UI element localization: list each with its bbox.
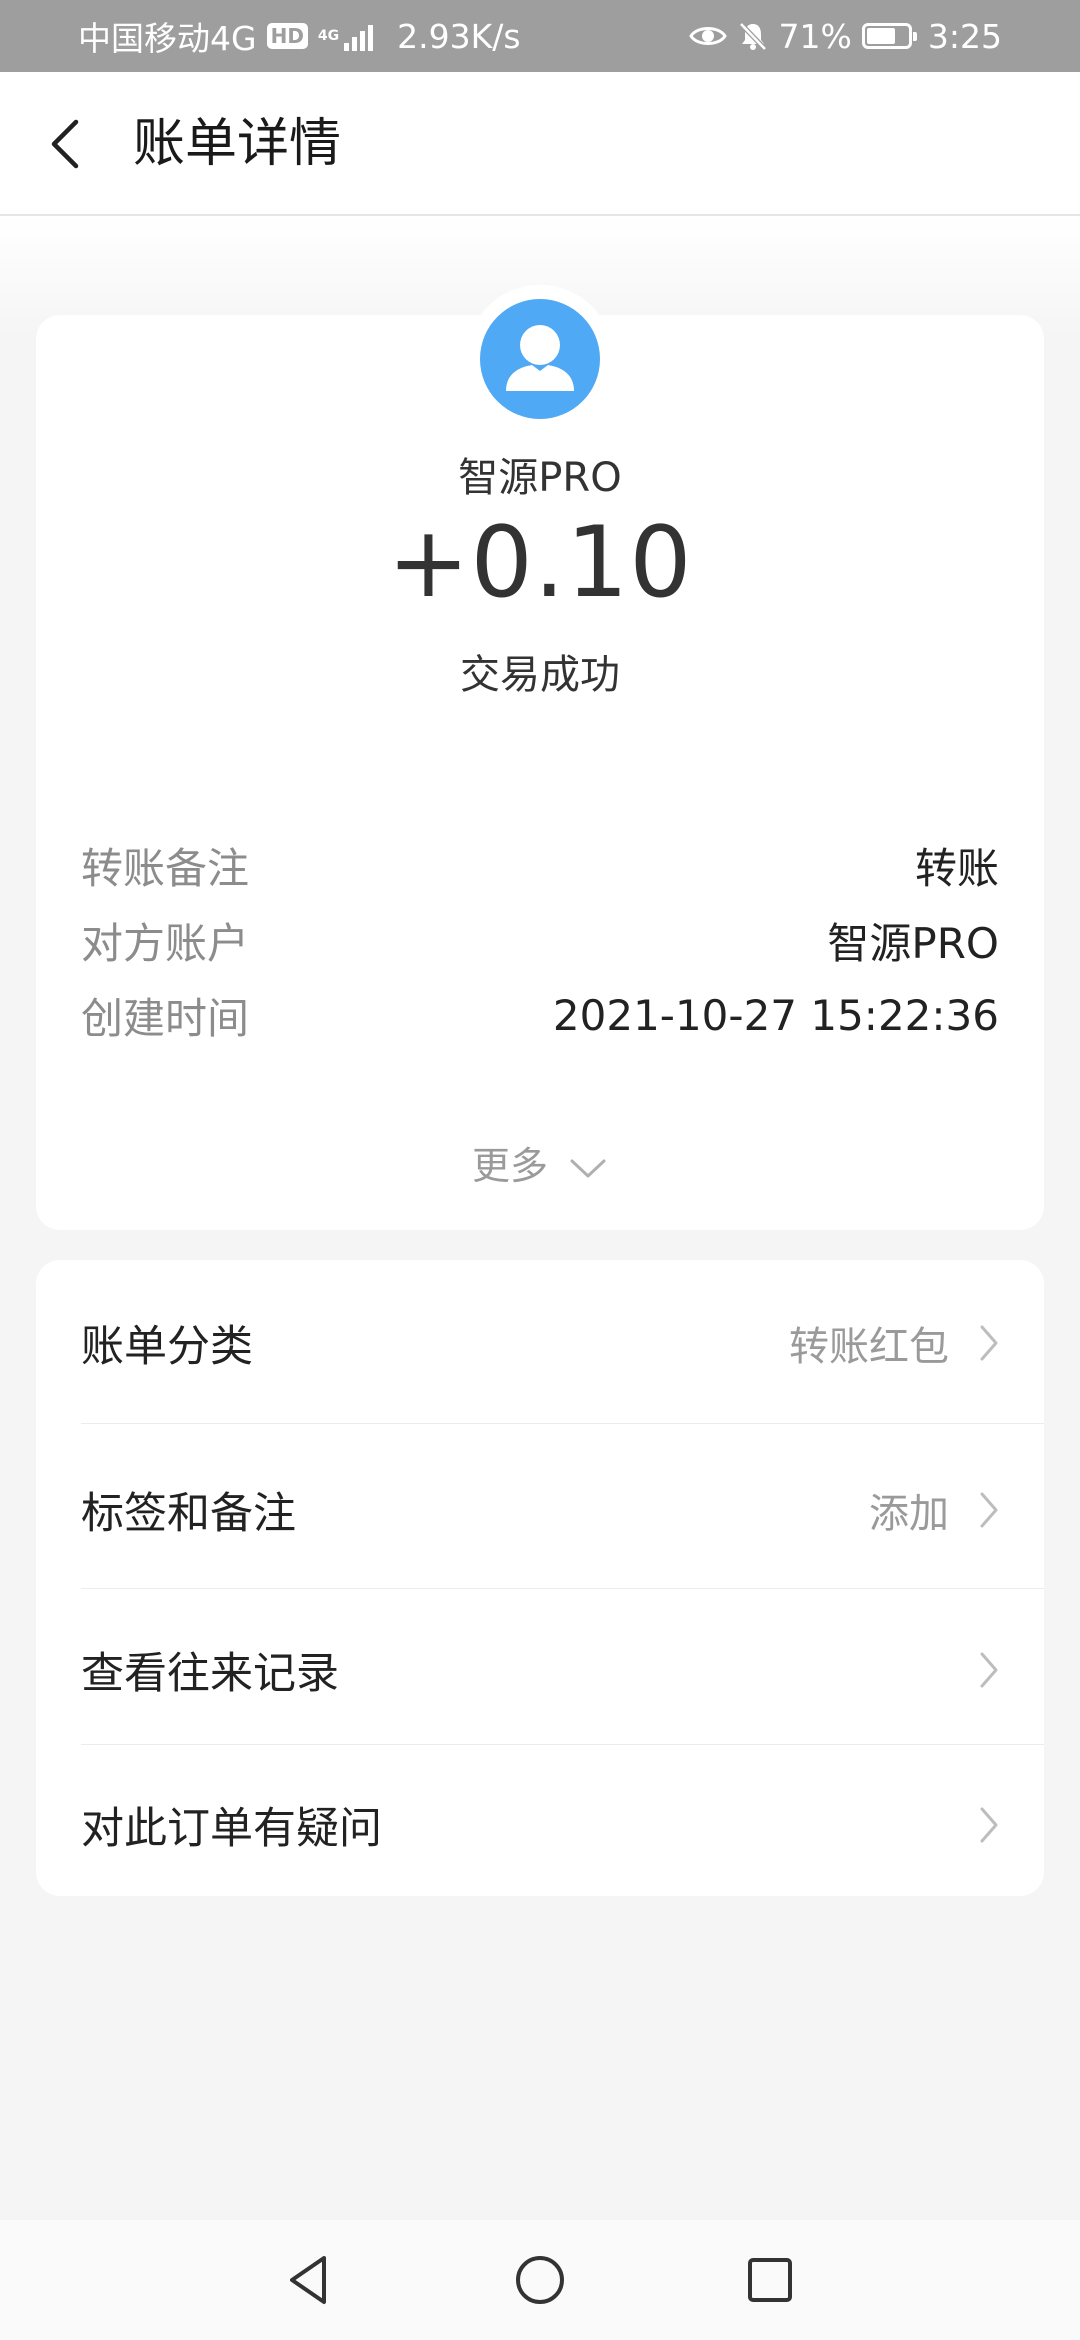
detail-value: 智源PRO [827, 918, 999, 968]
more-button[interactable]: 更多 [36, 1135, 1044, 1190]
more-label: 更多 [471, 1144, 548, 1188]
hd-badge: HD [266, 23, 308, 49]
menu-label: 查看往来记录 [81, 1649, 339, 1699]
recents-square-icon[interactable] [740, 2250, 800, 2310]
menu-value: 转账红包 [789, 1323, 949, 1370]
network-speed: 2.93K/s [397, 16, 521, 56]
transaction-status: 交易成功 [460, 652, 620, 698]
chevron-right-icon [980, 1325, 998, 1360]
chevron-right-icon [980, 1492, 998, 1528]
detail-label: 转账备注 [81, 843, 250, 893]
detail-value: 2021-10-27 15:22:36 [552, 990, 999, 1040]
clock: 3:25 [927, 16, 1002, 56]
menu-item-transaction-history[interactable]: 查看往来记录 [81, 1595, 1044, 1745]
signal-icon: 4G [317, 21, 374, 51]
battery-fill [866, 28, 896, 44]
carrier-label: 中国移动4G [78, 19, 257, 58]
detail-value: 转账 [914, 843, 999, 893]
eye-icon [688, 27, 727, 45]
avatar[interactable] [480, 299, 600, 419]
status-left: 中国移动4G HD 4G 2.93K/s [78, 12, 521, 60]
bell-mute-icon [738, 22, 767, 51]
back-triangle-icon[interactable] [280, 2250, 340, 2310]
divider [81, 1744, 1044, 1745]
status-bar: 中国移动4G HD 4G 2.93K/s 71% 3:25 [0, 0, 1080, 72]
menu-label: 对此订单有疑问 [81, 1804, 382, 1854]
menu-item-order-question[interactable]: 对此订单有疑问 [81, 1750, 1044, 1900]
divider [81, 1588, 1044, 1589]
options-card: 账单分类 转账红包 标签和备注 添加 查看往来记录 对此订单有疑问 [36, 1260, 1044, 1896]
detail-row-account: 对方账户 智源PRO [81, 910, 999, 970]
detail-row-created-time: 创建时间 2021-10-27 15:22:36 [81, 985, 999, 1045]
menu-value: 添加 [869, 1491, 949, 1537]
chevron-down-icon [570, 1159, 606, 1177]
detail-label: 创建时间 [81, 993, 250, 1043]
divider [81, 1423, 1044, 1424]
detail-row-remark: 转账备注 转账 [81, 835, 999, 895]
user-icon [506, 325, 574, 391]
home-circle-icon[interactable] [510, 2250, 570, 2310]
menu-label: 账单分类 [81, 1321, 253, 1372]
transaction-card: 智源PRO +0.10 交易成功 转账备注 转账 对方账户 智源PRO 创建时间… [36, 285, 1044, 1230]
chevron-left-icon[interactable] [40, 112, 94, 176]
menu-item-bill-category[interactable]: 账单分类 转账红包 [81, 1280, 1044, 1405]
system-nav-bar [0, 2220, 1080, 2340]
menu-label: 标签和备注 [81, 1489, 296, 1539]
payee-name: 智源PRO [458, 455, 622, 501]
battery-percent: 71% [778, 16, 852, 56]
app-header: 账单详情 [0, 72, 1080, 216]
detail-label: 对方账户 [81, 918, 250, 968]
chevron-right-icon [980, 1652, 998, 1688]
transaction-amount: +0.10 [387, 506, 693, 620]
menu-item-tags-notes[interactable]: 标签和备注 添加 [81, 1430, 1044, 1590]
battery-icon [861, 23, 917, 49]
network-tech-label: 4G [317, 28, 340, 44]
status-right: 71% 3:25 [688, 16, 1002, 56]
chevron-right-icon [980, 1807, 998, 1843]
page-title: 账单详情 [133, 114, 342, 174]
